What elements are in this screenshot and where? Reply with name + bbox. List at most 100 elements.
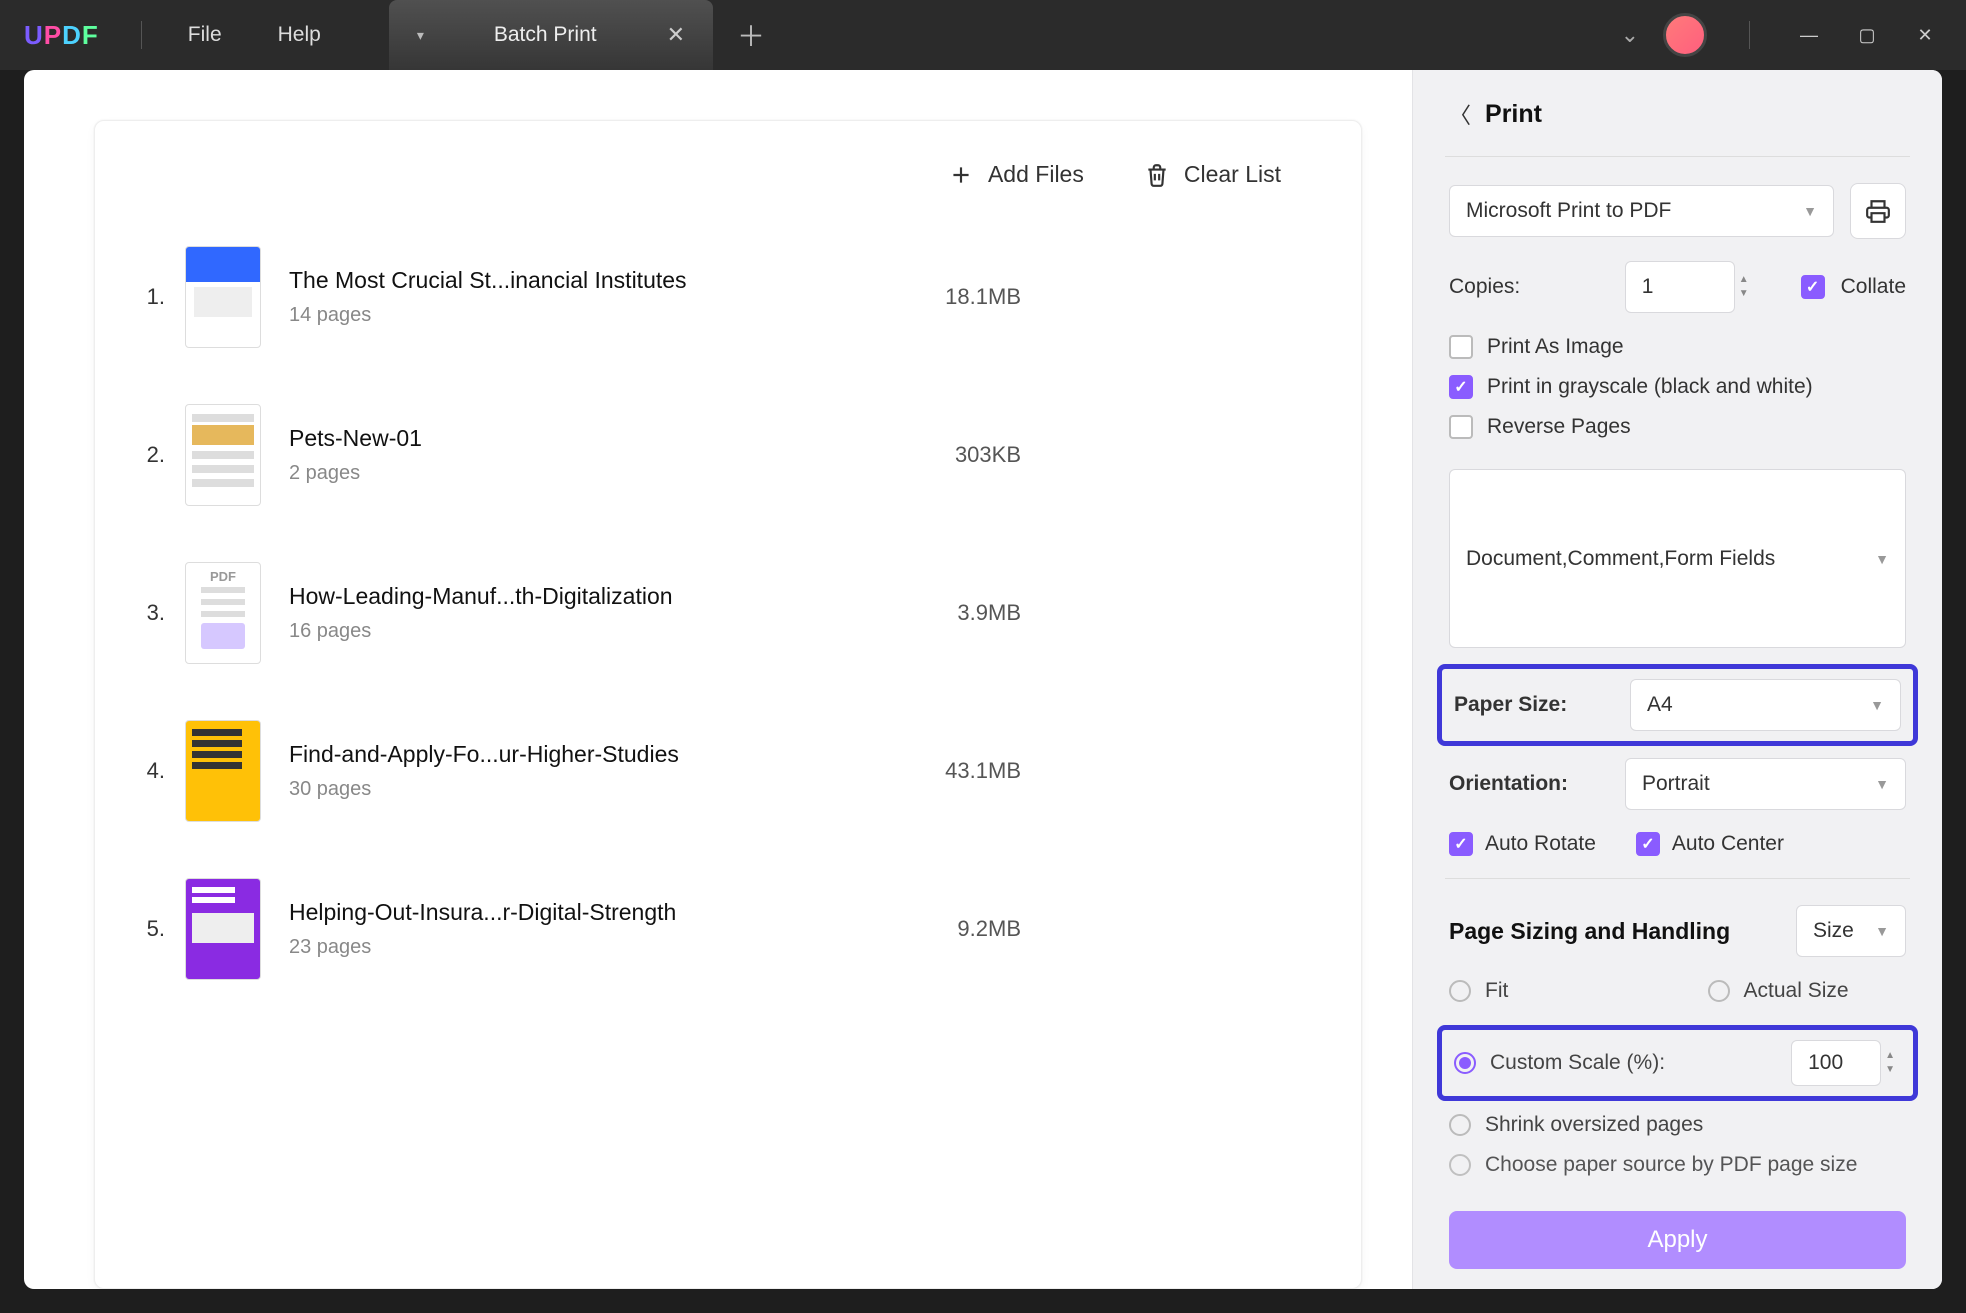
grayscale-checkbox[interactable]	[1449, 375, 1473, 399]
print-as-image-label: Print As Image	[1487, 335, 1624, 359]
file-panel: Add Files Clear List 1. The Most Crucial …	[24, 70, 1412, 1289]
copies-label: Copies:	[1449, 275, 1520, 299]
file-index: 1.	[135, 284, 185, 310]
file-size: 3.9MB	[957, 600, 1321, 626]
user-avatar[interactable]	[1663, 13, 1707, 57]
paper-size-label: Paper Size:	[1454, 693, 1614, 717]
custom-scale-label: Custom Scale (%):	[1490, 1051, 1665, 1075]
content-value: Document,Comment,Form Fields	[1466, 547, 1775, 571]
tab-label: Batch Print	[494, 23, 597, 47]
copies-input[interactable]: 1	[1625, 261, 1735, 313]
file-index: 5.	[135, 916, 185, 942]
file-toolbar: Add Files Clear List	[135, 141, 1321, 218]
file-title: Find-and-Apply-Fo...ur-Higher-Studies	[289, 741, 679, 768]
back-icon[interactable]: 〈	[1449, 98, 1471, 130]
chevron-down-icon: ▼	[1803, 203, 1817, 219]
orientation-value: Portrait	[1642, 772, 1710, 796]
content-select[interactable]: Document,Comment,Form Fields ▼	[1449, 469, 1906, 648]
file-title: Helping-Out-Insura...r-Digital-Strength	[289, 899, 676, 926]
fit-radio[interactable]	[1449, 980, 1471, 1002]
fit-label: Fit	[1485, 979, 1508, 1003]
file-index: 2.	[135, 442, 185, 468]
file-title: Pets-New-01	[289, 425, 422, 452]
auto-rotate-checkbox[interactable]	[1449, 832, 1473, 856]
apply-button[interactable]: Apply	[1449, 1211, 1906, 1269]
actual-size-radio[interactable]	[1708, 980, 1730, 1002]
tab-menu-icon[interactable]: ▾	[417, 27, 424, 44]
clear-list-label: Clear List	[1184, 161, 1281, 188]
file-title: How-Leading-Manuf...th-Digitalization	[289, 583, 673, 610]
printer-select[interactable]: Microsoft Print to PDF ▼	[1449, 185, 1834, 237]
file-row[interactable]: 5. Helping-Out-Insura...r-Digital-Strengt…	[135, 850, 1321, 1008]
tab-close-icon[interactable]: ✕	[667, 22, 685, 48]
sizing-section-title: Page Sizing and Handling	[1449, 918, 1730, 945]
paper-source-label: Choose paper source by PDF page size	[1485, 1153, 1857, 1177]
reverse-pages-label: Reverse Pages	[1487, 415, 1631, 439]
reverse-pages-checkbox[interactable]	[1449, 415, 1473, 439]
window-close-icon[interactable]: ✕	[1908, 18, 1942, 52]
clear-list-button[interactable]: Clear List	[1144, 161, 1281, 188]
file-pages: 23 pages	[289, 936, 676, 959]
auto-center-checkbox[interactable]	[1636, 832, 1660, 856]
file-index: 4.	[135, 758, 185, 784]
file-index: 3.	[135, 600, 185, 626]
paper-size-highlight: Paper Size: A4 ▼	[1437, 664, 1918, 746]
print-as-image-checkbox[interactable]	[1449, 335, 1473, 359]
tab-batch-print[interactable]: ▾ Batch Print ✕	[389, 0, 713, 70]
chevron-down-icon: ▼	[1875, 923, 1889, 939]
orientation-select[interactable]: Portrait ▼	[1625, 758, 1906, 810]
custom-scale-highlight: Custom Scale (%): 100 ▲▼	[1437, 1025, 1918, 1101]
custom-scale-radio[interactable]	[1454, 1052, 1476, 1074]
chevron-down-icon: ▼	[1870, 697, 1884, 713]
file-row[interactable]: 4. Find-and-Apply-Fo...ur-Higher-Studies 3…	[135, 692, 1321, 850]
custom-scale-spinner[interactable]: ▲▼	[1879, 1049, 1901, 1077]
file-size: 9.2MB	[957, 916, 1321, 942]
panel-title: Print	[1485, 100, 1542, 129]
auto-center-label: Auto Center	[1672, 832, 1784, 856]
collate-checkbox[interactable]	[1801, 275, 1825, 299]
file-row[interactable]: 3.PDFHow-Leading-Manuf...th-Digitalizati…	[135, 534, 1321, 692]
size-mode-select[interactable]: Size ▼	[1796, 905, 1906, 957]
separator	[1749, 21, 1750, 49]
app-logo: UPDF	[24, 20, 99, 51]
window-maximize-icon[interactable]: ▢	[1850, 18, 1884, 52]
divider	[1445, 156, 1910, 157]
file-size: 18.1MB	[945, 284, 1321, 310]
file-size: 43.1MB	[945, 758, 1321, 784]
file-list: 1. The Most Crucial St...inancial Institu…	[135, 218, 1321, 1248]
add-files-label: Add Files	[988, 161, 1084, 188]
actual-size-label: Actual Size	[1744, 979, 1849, 1003]
file-card: Add Files Clear List 1. The Most Crucial …	[94, 120, 1362, 1289]
workspace: Add Files Clear List 1. The Most Crucial …	[24, 70, 1942, 1289]
file-title: The Most Crucial St...inancial Institute…	[289, 267, 687, 294]
chevron-down-icon: ▼	[1875, 776, 1889, 792]
window-minimize-icon[interactable]: —	[1792, 18, 1826, 52]
plus-icon	[948, 162, 974, 188]
printer-value: Microsoft Print to PDF	[1466, 199, 1671, 223]
printer-icon	[1865, 198, 1891, 224]
add-files-button[interactable]: Add Files	[948, 161, 1084, 188]
file-pages: 2 pages	[289, 462, 422, 485]
grayscale-label: Print in grayscale (black and white)	[1487, 375, 1813, 399]
shrink-radio[interactable]	[1449, 1114, 1471, 1136]
file-pages: 30 pages	[289, 778, 679, 801]
paper-size-select[interactable]: A4 ▼	[1630, 679, 1901, 731]
print-panel: 〈 Print Microsoft Print to PDF ▼ Copies:…	[1412, 70, 1942, 1289]
copies-spinner[interactable]: ▲▼	[1733, 273, 1755, 301]
new-tab-button[interactable]: ＋	[737, 15, 765, 55]
titlebar: UPDF File Help ▾ Batch Print ✕ ＋ ⌄ — ▢ ✕	[0, 0, 1966, 70]
file-size: 303KB	[955, 442, 1321, 468]
file-row[interactable]: 1. The Most Crucial St...inancial Institu…	[135, 218, 1321, 376]
shrink-label: Shrink oversized pages	[1485, 1113, 1703, 1137]
window-menu-icon[interactable]: ⌄	[1621, 22, 1639, 48]
paper-source-radio[interactable]	[1449, 1154, 1471, 1176]
custom-scale-input[interactable]: 100	[1791, 1040, 1881, 1086]
orientation-label: Orientation:	[1449, 772, 1609, 796]
menu-file[interactable]: File	[160, 23, 250, 47]
paper-size-value: A4	[1647, 693, 1673, 717]
trash-icon	[1144, 162, 1170, 188]
file-pages: 16 pages	[289, 620, 673, 643]
printer-properties-button[interactable]	[1850, 183, 1906, 239]
menu-help[interactable]: Help	[250, 23, 349, 47]
file-row[interactable]: 2. Pets-New-01 2 pages 303KB	[135, 376, 1321, 534]
